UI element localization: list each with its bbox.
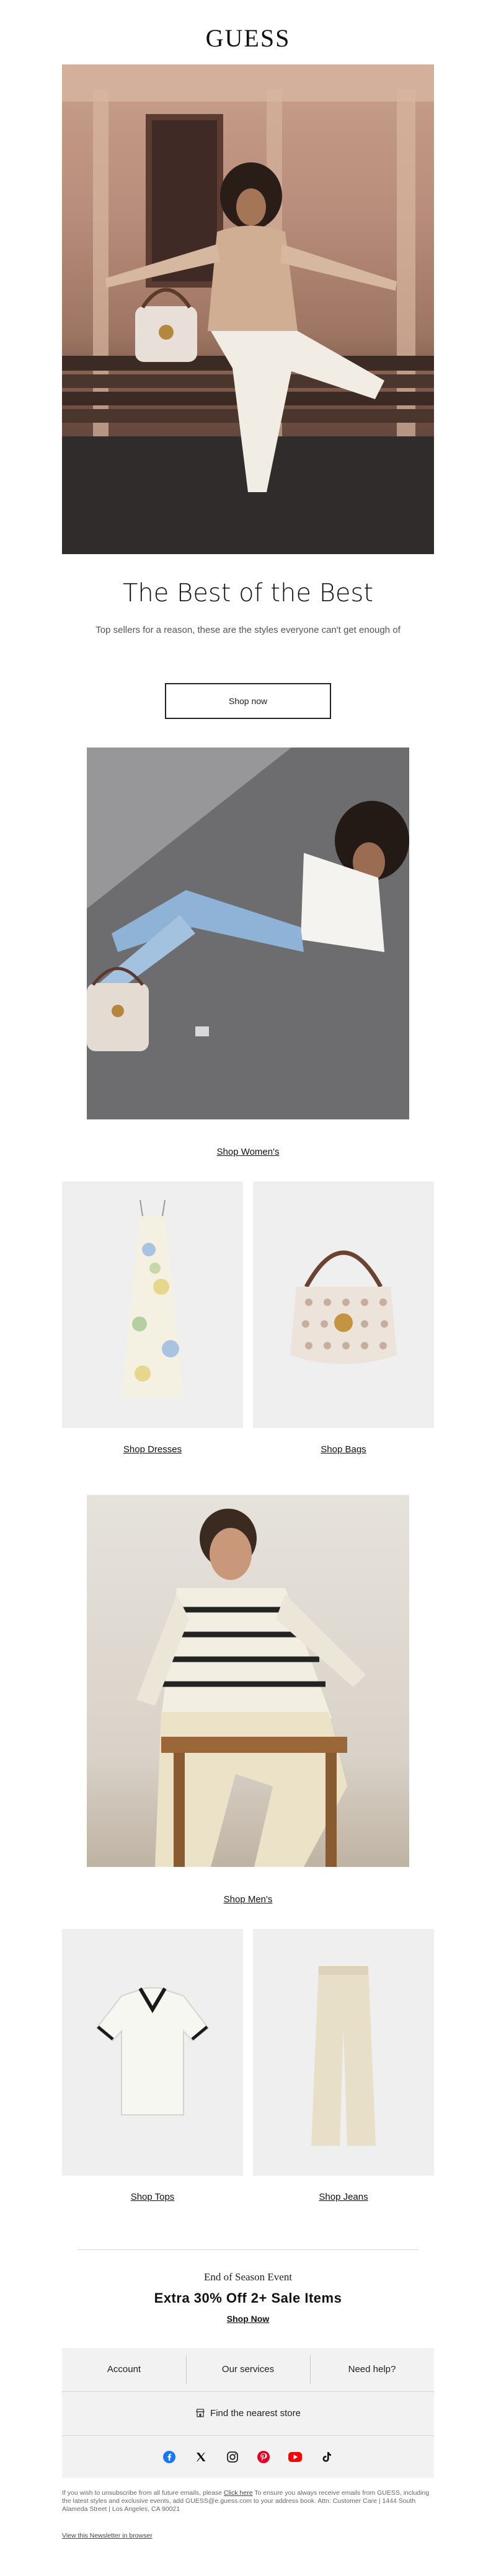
hero-image[interactable] (62, 64, 434, 554)
shop-mens-link[interactable]: Shop Men's (0, 1894, 496, 1905)
page-title: The Best of the Best (122, 579, 374, 607)
youtube-icon[interactable] (287, 2449, 303, 2465)
promo-title: Extra 30% Off 2+ Sale Items (154, 2290, 342, 2306)
tiktok-icon[interactable] (319, 2449, 335, 2465)
brand-logo[interactable]: GUESS (0, 24, 496, 53)
shop-bags-link[interactable]: Shop Bags (253, 1444, 434, 1455)
top-product-image[interactable] (62, 1929, 243, 2176)
pinterest-icon[interactable] (255, 2449, 272, 2465)
jeans-product-image[interactable] (253, 1929, 434, 2176)
store-icon (196, 2409, 205, 2417)
unsubscribe-link[interactable]: Click here (224, 2489, 253, 2497)
men-image[interactable] (87, 1495, 409, 1867)
legal-text-start: If you wish to unsubscribe from all futu… (62, 2489, 224, 2497)
x-icon[interactable] (193, 2449, 209, 2465)
shop-womens-link[interactable]: Shop Women's (0, 1147, 496, 1157)
shop-tops-link[interactable]: Shop Tops (62, 2192, 243, 2202)
legal-text: If you wish to unsubscribe from all futu… (62, 2489, 434, 2513)
find-store-link[interactable]: Find the nearest store (62, 2392, 434, 2435)
footer-account-link[interactable]: Account (62, 2348, 186, 2391)
footer-help-link[interactable]: Need help? (310, 2348, 434, 2391)
shop-jeans-link[interactable]: Shop Jeans (253, 2192, 434, 2202)
footer-services-link[interactable]: Our services (186, 2348, 310, 2391)
view-in-browser-link[interactable]: View this Newsletter in browser (62, 2532, 153, 2539)
women-image[interactable] (87, 748, 409, 1119)
promo-divider (78, 2249, 418, 2250)
bag-product-image[interactable] (253, 1181, 434, 1428)
instagram-icon[interactable] (224, 2449, 241, 2465)
shop-dresses-link[interactable]: Shop Dresses (62, 1444, 243, 1455)
promo-label: End of Season Event (203, 2271, 293, 2283)
find-store-label: Find the nearest store (210, 2408, 301, 2419)
promo-shop-now-link[interactable]: Shop Now (0, 2314, 496, 2324)
social-links (161, 2436, 335, 2478)
facebook-icon[interactable] (161, 2449, 177, 2465)
shop-now-button[interactable]: Shop now (165, 683, 331, 719)
dress-product-image[interactable] (62, 1181, 243, 1428)
hero-subtext: Top sellers for a reason, these are the … (95, 625, 401, 635)
